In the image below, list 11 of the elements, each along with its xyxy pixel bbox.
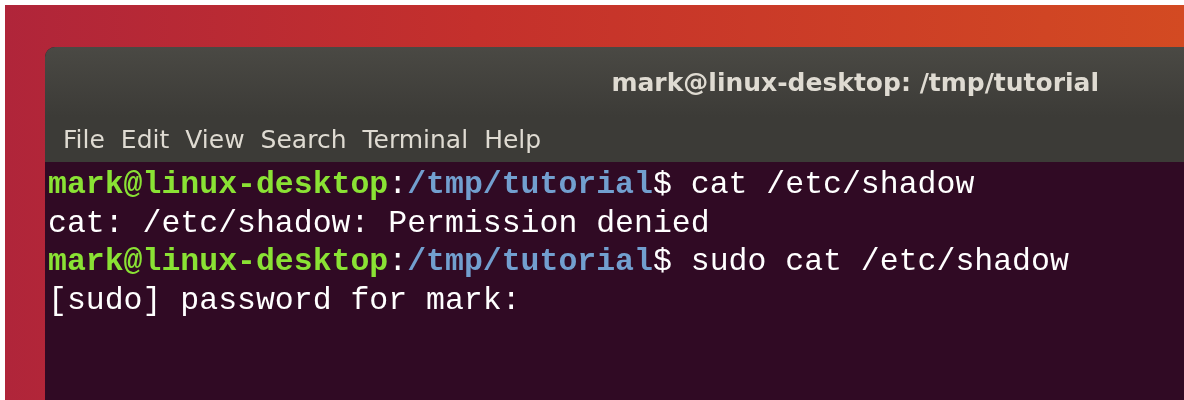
menu-item[interactable]: Edit: [114, 125, 176, 154]
menu-item[interactable]: Help: [478, 125, 548, 154]
command-line: mark@linux-desktop:/tmp/tutorial$ cat /etc/shadow: [48, 166, 976, 204]
window-title: mark@linux-desktop: /tmp/tutorial: [611, 67, 1099, 97]
output-line: [sudo] password for mark:: [48, 281, 522, 320]
menu-item[interactable]: View: [179, 125, 251, 154]
menu-item[interactable]: Terminal: [356, 125, 475, 154]
command-line: mark@linux-desktop:/tmp/tutorial$ sudo cat /etc/shadow: [48, 243, 1070, 281]
menu-item[interactable]: File: [57, 125, 111, 154]
menu-item[interactable]: Search: [254, 125, 353, 154]
output-line: cat: /etc/shadow: Permission denied: [48, 204, 711, 243]
